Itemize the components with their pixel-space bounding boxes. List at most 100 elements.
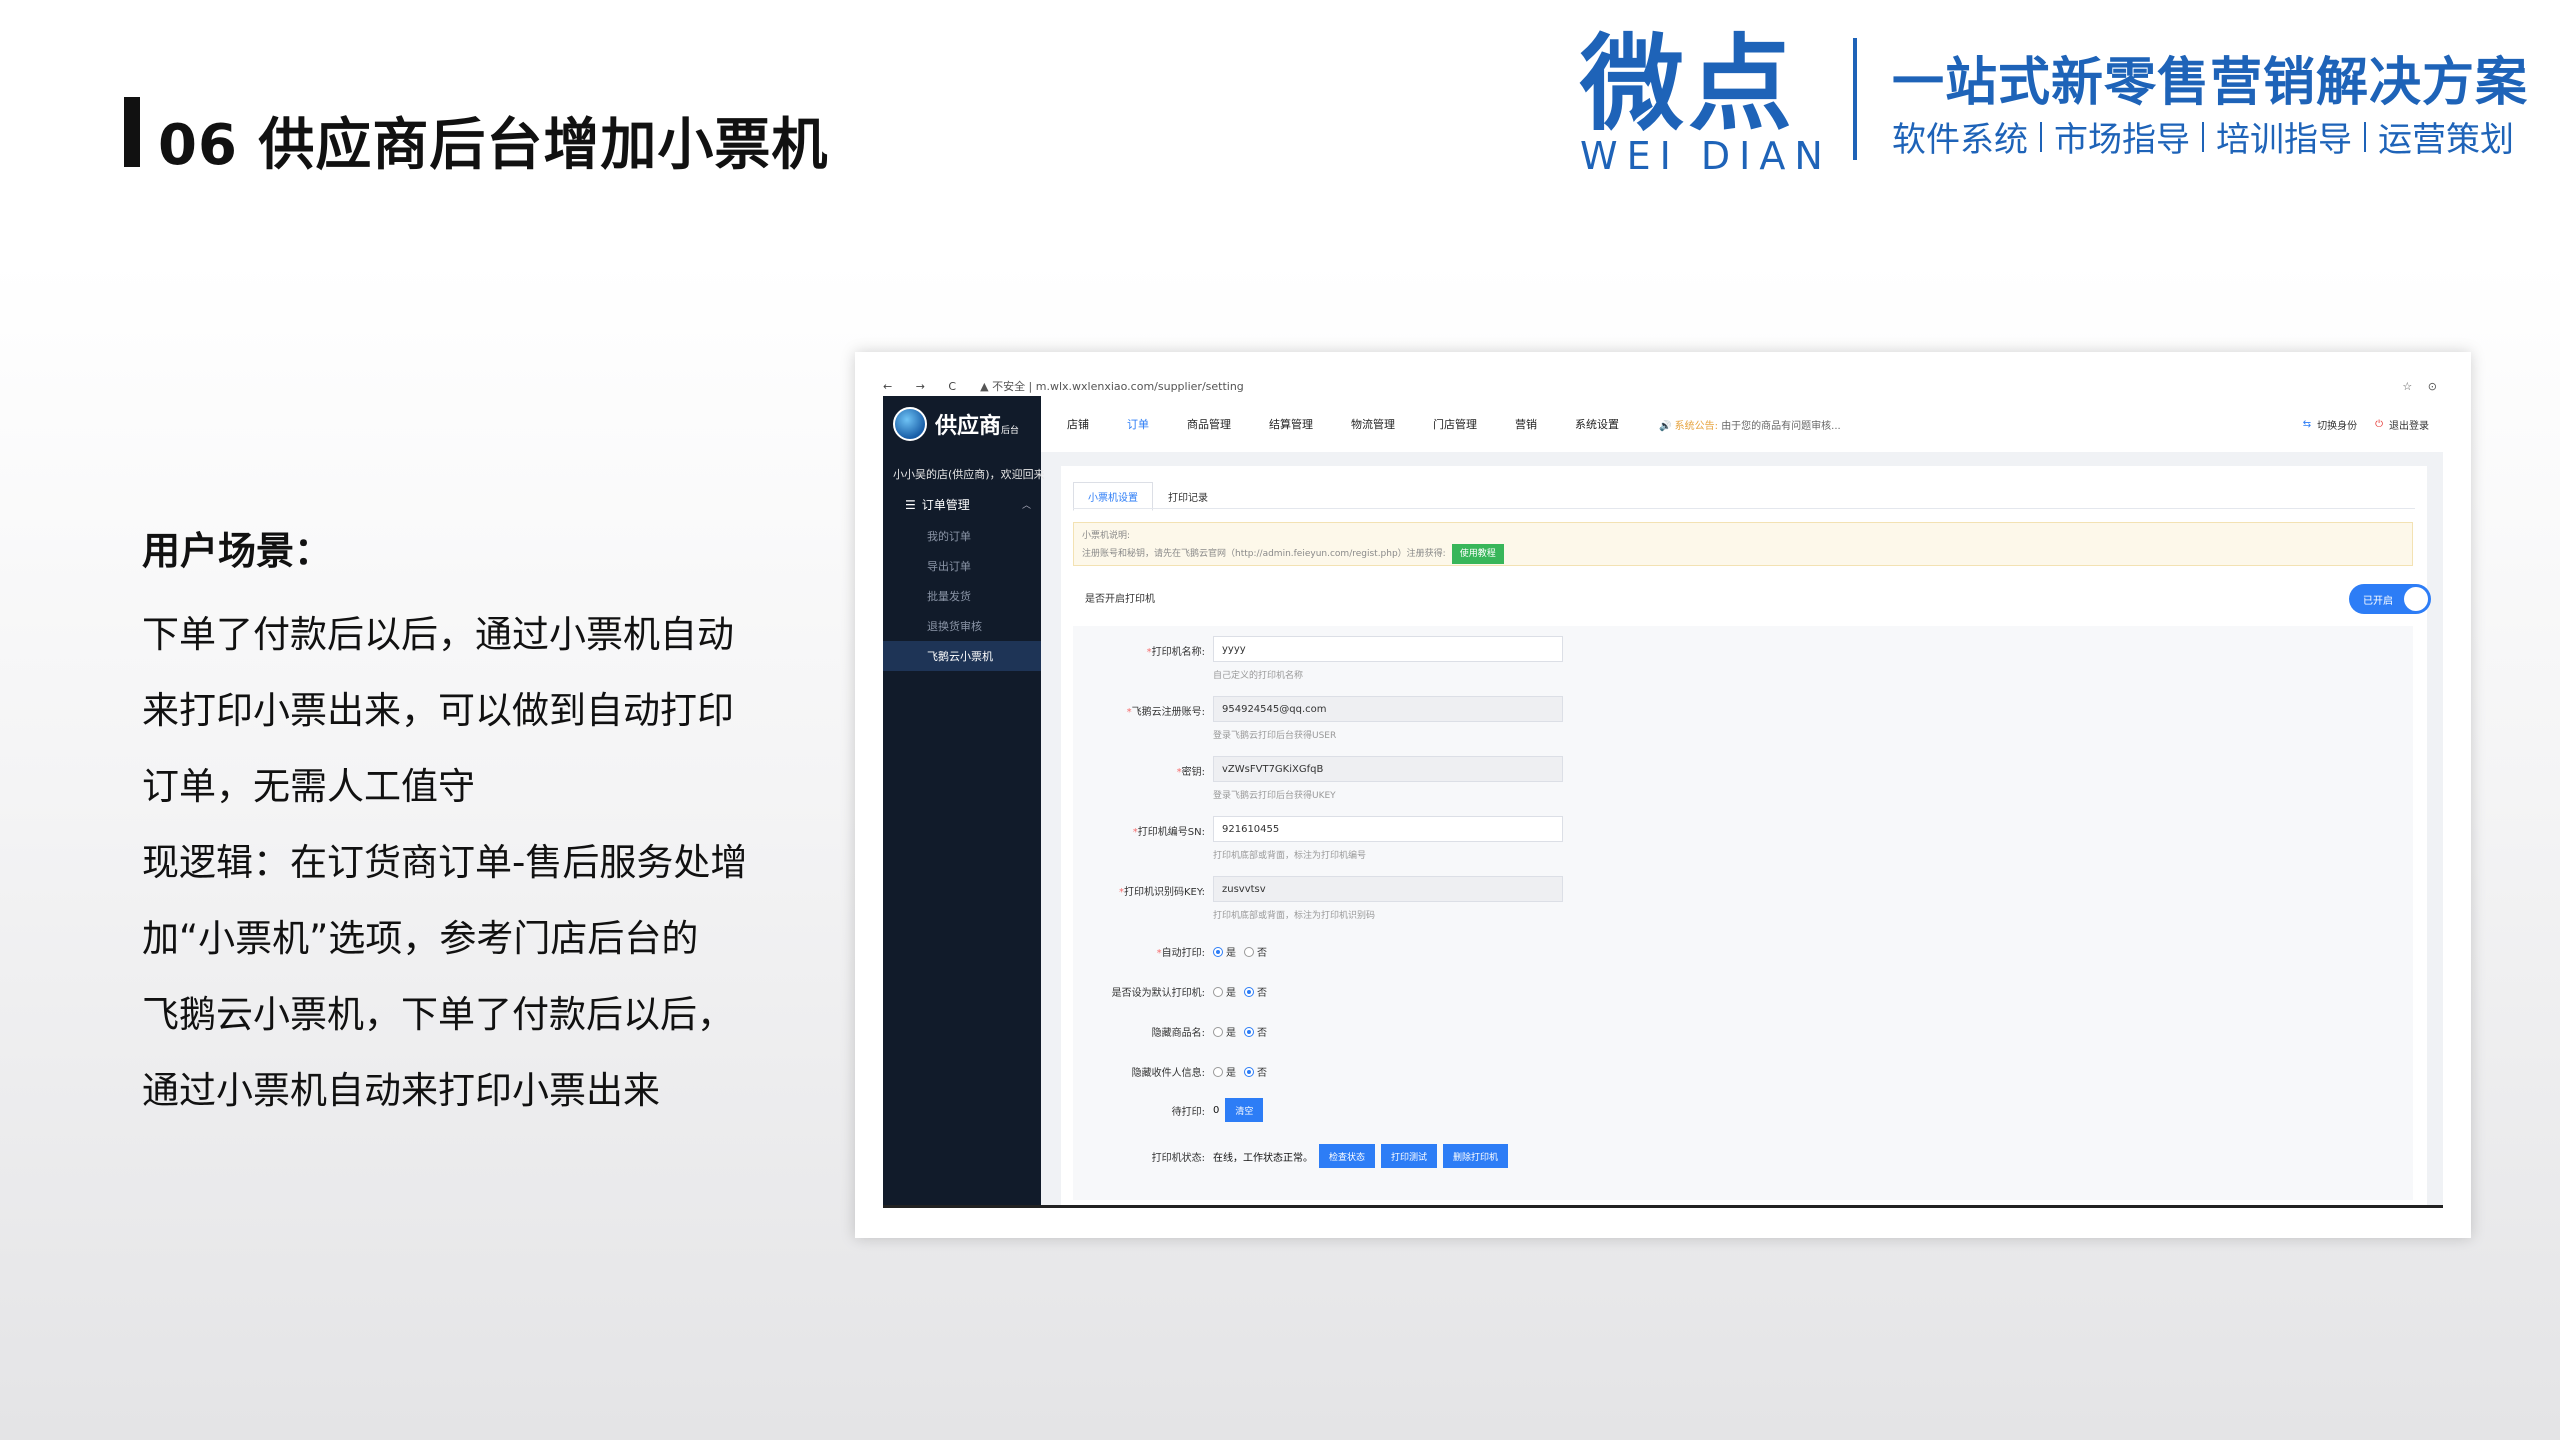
nav-marketing[interactable]: 营销 — [1515, 416, 1537, 432]
toggle-knob — [2404, 587, 2428, 611]
account-input[interactable]: 954924545@qq.com — [1213, 696, 1563, 722]
app-logo: 供应商后台 — [883, 396, 1041, 452]
enable-printer-toggle[interactable]: 已开启 — [2349, 584, 2431, 614]
scenario-line: 现逻辑：在订货商订单-售后服务处增 — [142, 841, 748, 884]
sidebar: 供应商后台 小小吴的店(供应商)，欢迎回来 ☰ 订单管理 ︿ 我的订单 导出订单… — [883, 396, 1045, 1205]
scenario-heading: 用户场景： — [142, 529, 333, 573]
switch-icon: ⇆ — [2302, 418, 2312, 430]
printer-key-input[interactable]: zusvvtsv — [1213, 876, 1563, 902]
hide-product-yes-radio[interactable]: 是 — [1213, 1024, 1236, 1039]
list-icon: ☰ — [905, 497, 916, 512]
field-label: 打印机状态: — [1151, 1152, 1205, 1164]
check-status-button[interactable]: 检查状态 — [1319, 1144, 1376, 1168]
sidebar-group-orders[interactable]: ☰ 订单管理 ︿ — [883, 488, 1041, 521]
sidebar-item-export-orders[interactable]: 导出订单 — [883, 551, 1041, 581]
delete-printer-button[interactable]: 删除打印机 — [1443, 1144, 1509, 1168]
field-label: 自动打印: — [1161, 948, 1205, 959]
browser-url[interactable]: ▲ 不安全 | m.wlx.wxlenxiao.com/supplier/set… — [980, 378, 1244, 394]
secret-key-input[interactable]: vZWsFVT7GKiXGfqB — [1213, 756, 1563, 782]
form-row-status: 打印机状态: 在线，工作状态正常。 检查状态 打印测试 删除打印机 — [1073, 1144, 1509, 1168]
auto-print-yes-radio[interactable]: 是 — [1213, 944, 1236, 959]
form-row-auto-print: *自动打印: 是 否 — [1073, 944, 1275, 959]
scenario-line: 通过小票机自动来打印小票出来 — [142, 1069, 660, 1112]
subtag: 软件系统 — [1892, 120, 2028, 160]
tabs: 小票机设置 打印记录 — [1073, 482, 1223, 511]
auto-print-no-radio[interactable]: 否 — [1244, 944, 1267, 959]
field-hint: 自己定义的打印机名称 — [1213, 671, 1304, 681]
chevron-up-icon: ︿ — [1021, 501, 1031, 511]
slide-title: 06 供应商后台增加小票机 — [158, 113, 829, 178]
form-row-hide-recipient: 隐藏收件人信息: 是 否 — [1073, 1064, 1275, 1079]
pending-count: 0 — [1213, 1104, 1220, 1116]
scenario-line: 下单了付款后以后，通过小票机自动 — [142, 613, 734, 656]
field-label: 打印机编号SN: — [1137, 827, 1205, 838]
field-label: 隐藏商品名: — [1151, 1028, 1205, 1039]
tab-printer-settings[interactable]: 小票机设置 — [1073, 482, 1153, 511]
form-row-printer-key: *打印机识别码KEY: zusvvtsv 打印机底部或背面，标注为打印机识别码 — [1073, 876, 1563, 921]
notice-text: 由于您的商品有问题审核... — [1721, 420, 1841, 432]
brand-tagline: 一站式新零售营销解决方案 — [1892, 53, 2529, 113]
printer-name-input[interactable]: yyyy — [1213, 636, 1563, 662]
field-label: 密钥: — [1181, 767, 1205, 778]
nav-system-settings[interactable]: 系统设置 — [1575, 416, 1619, 432]
nav-logistics[interactable]: 物流管理 — [1351, 416, 1395, 432]
printer-sn-input[interactable]: 921610455 — [1213, 816, 1563, 842]
app-logo-name: 供应商后台 — [935, 414, 1020, 439]
embedded-screenshot: ← → C ▲ 不安全 | m.wlx.wxlenxiao.com/suppli… — [855, 352, 2471, 1238]
enable-printer-label: 是否开启打印机 — [1085, 594, 1155, 605]
subtag-separator — [2040, 121, 2042, 152]
field-label: 隐藏收件人信息: — [1131, 1068, 1205, 1079]
nav-stores[interactable]: 门店管理 — [1433, 416, 1477, 432]
hide-recipient-no-radio[interactable]: 否 — [1244, 1064, 1267, 1079]
subtag-separator — [2202, 121, 2204, 152]
tutorial-button[interactable]: 使用教程 — [1451, 544, 1504, 564]
sidebar-item-batch-ship[interactable]: 批量发货 — [883, 581, 1041, 611]
form-row-account: *飞鹅云注册账号: 954924545@qq.com 登录飞鹅云打印后台获得US… — [1073, 696, 1563, 741]
field-label: 打印机名称: — [1151, 647, 1205, 658]
scenario-line: 飞鹅云小票机，下单了付款后以后， — [142, 993, 734, 1036]
brand-name-en: WEI DIAN — [1580, 134, 1832, 178]
subtag: 市场指导 — [2054, 120, 2190, 160]
hide-recipient-yes-radio[interactable]: 是 — [1213, 1064, 1236, 1079]
field-hint: 打印机底部或背面，标注为打印机编号 — [1213, 851, 1367, 861]
clear-button[interactable]: 清空 — [1225, 1098, 1264, 1122]
field-label: 打印机识别码KEY: — [1123, 887, 1205, 898]
field-hint: 登录飞鹅云打印后台获得UKEY — [1213, 791, 1336, 801]
nav-settlement[interactable]: 结算管理 — [1269, 416, 1313, 432]
brand-logo: 微点 WEI DIAN — [1580, 23, 1823, 175]
info-text: 注册账号和秘钥，请先在飞鹅云官网（http://admin.feieyun.co… — [1082, 549, 1446, 559]
form-row-printer-sn: *打印机编号SN: 921610455 打印机底部或背面，标注为打印机编号 — [1073, 816, 1563, 861]
info-title: 小票机说明: — [1082, 531, 1131, 541]
default-printer-yes-radio[interactable]: 是 — [1213, 984, 1236, 999]
default-printer-no-radio[interactable]: 否 — [1244, 984, 1267, 999]
sidebar-item-my-orders[interactable]: 我的订单 — [883, 521, 1041, 551]
subtag: 运营策划 — [2378, 120, 2514, 160]
brand-subtags: 软件系统 市场指导 培训指导 运营策划 — [1892, 112, 2514, 161]
nav-orders[interactable]: 订单 — [1127, 416, 1149, 432]
nav-store[interactable]: 店铺 — [1067, 416, 1089, 432]
browser-actions[interactable]: ☆ ⊙ — [2402, 380, 2443, 393]
form-row-default-printer: 是否设为默认打印机: 是 否 — [1073, 984, 1275, 999]
subtag-separator — [2364, 121, 2366, 152]
browser-nav-buttons[interactable]: ← → C — [883, 380, 966, 393]
top-navigation: 店铺 订单 商品管理 结算管理 物流管理 门店管理 营销 系统设置 🔊 系统公告… — [1041, 396, 2443, 452]
brand-name-cn: 微点 — [1580, 23, 1797, 145]
scenario-line: 订单，无需人工值守 — [142, 765, 475, 808]
power-icon: ⏻ — [2375, 418, 2383, 430]
logout-button[interactable]: 退出登录 — [2389, 417, 2429, 432]
nav-products[interactable]: 商品管理 — [1187, 416, 1231, 432]
form-row-hide-product: 隐藏商品名: 是 否 — [1073, 1024, 1275, 1039]
sidebar-item-receipt-printer[interactable]: 飞鹅云小票机 — [883, 641, 1041, 671]
field-label: 待打印: — [1171, 1106, 1205, 1118]
tab-divider — [1073, 508, 2415, 509]
hide-product-no-radio[interactable]: 否 — [1244, 1024, 1267, 1039]
toggle-text: 已开启 — [2363, 595, 2393, 607]
sidebar-item-returns-review[interactable]: 退换货审核 — [883, 611, 1041, 641]
tab-print-records[interactable]: 打印记录 — [1153, 482, 1223, 511]
field-hint: 打印机底部或背面，标注为打印机识别码 — [1213, 911, 1376, 921]
form-row-secret-key: *密钥: vZWsFVT7GKiXGfqB 登录飞鹅云打印后台获得UKEY — [1073, 756, 1563, 801]
system-notice[interactable]: 🔊 系统公告: 由于您的商品有问题审核... — [1659, 417, 1841, 432]
field-label: 飞鹅云注册账号: — [1131, 707, 1205, 718]
switch-identity-button[interactable]: 切换身份 — [2317, 417, 2357, 432]
print-test-button[interactable]: 打印测试 — [1381, 1144, 1438, 1168]
